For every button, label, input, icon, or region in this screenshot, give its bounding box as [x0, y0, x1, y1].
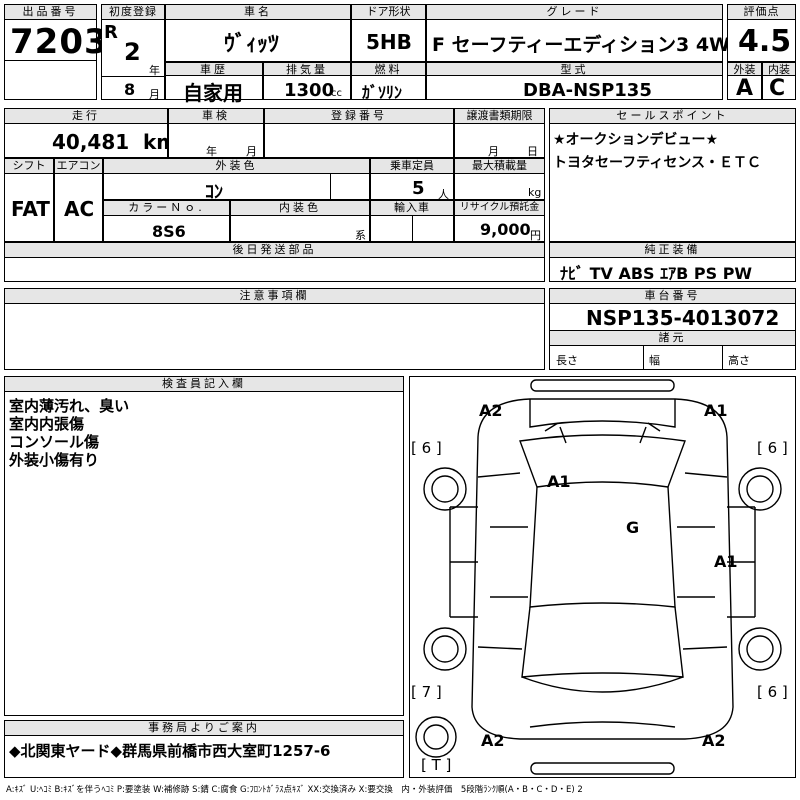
reg-no-header: 登録番号	[264, 108, 454, 124]
inspection-year-unit: 年	[206, 145, 217, 158]
transfer-month-unit: 月	[488, 145, 499, 158]
inspector-header: 検査員記入欄	[4, 376, 404, 392]
chassis-header: 車台番号	[549, 288, 796, 304]
int-color-header: 内装色	[230, 200, 370, 216]
damage-g-glass: G	[626, 518, 640, 537]
aircon-header: エアコン	[54, 158, 103, 174]
door-type-header: ドア形状	[351, 4, 426, 20]
tire-front-left: [ 6 ]	[411, 439, 442, 457]
first-reg-year: 2	[124, 38, 141, 66]
shift-header: シフト	[4, 158, 54, 174]
tire-spare: [ T ]	[421, 756, 452, 774]
equipment: ﾅﾋﾞ TV ABS ｴｱB PS PW	[560, 264, 753, 283]
damage-a1-front-right: A1	[704, 401, 728, 420]
damage-a1-right: A1	[714, 552, 738, 571]
recycle-unit: 円	[530, 229, 541, 242]
office-header: 事務局よりご案内	[4, 720, 404, 736]
grade: F セーフティーエディション3 4WD	[432, 34, 746, 56]
int-color-unit: 系	[355, 229, 366, 242]
notes-header: 注意事項欄	[4, 288, 545, 304]
mileage: 40,481	[52, 130, 130, 154]
car-name-header: 車名	[165, 4, 351, 20]
specs-length: 長さ	[556, 354, 578, 367]
interior-grade: C	[769, 76, 786, 101]
interior-header: 内装	[762, 62, 796, 76]
color-no-header: カラーＮｏ.	[103, 200, 230, 216]
aircon: AC	[64, 197, 95, 221]
damage-diagram	[409, 376, 796, 778]
mileage-header: 走行	[4, 108, 168, 124]
model-code: DBA-NSP135	[523, 80, 652, 101]
displacement-header: 排気量	[263, 62, 351, 76]
inspection-month-unit: 月	[246, 145, 257, 158]
damage-a2-rear-left: A2	[481, 731, 505, 750]
max-load-header: 最大積載量	[454, 158, 545, 174]
first-reg-header: 初度登録	[101, 4, 165, 20]
capacity-header: 乗車定員	[370, 158, 454, 174]
model-code-header: 型式	[426, 62, 723, 76]
transfer-header: 譲渡書類期限	[454, 108, 545, 124]
recycle: 9,000	[480, 220, 531, 239]
office-info: ◆北関東ヤード◆群馬県前橋市西大室町1257-6	[9, 742, 331, 760]
inspector-line-4: 外装小傷有り	[9, 451, 100, 469]
grade-header: グレード	[426, 4, 723, 20]
car-name: ｳﾞｨｯﾂ	[224, 32, 280, 57]
shift: FAT	[11, 197, 50, 221]
specs-height: 高さ	[728, 354, 750, 367]
equipment-header: 純正装備	[549, 242, 796, 258]
tire-rear-right: [ 6 ]	[757, 683, 788, 701]
sales-point-header: セールスポイント	[549, 108, 796, 124]
chassis-number: NSP135-4013072	[586, 306, 780, 330]
tire-front-right: [ 6 ]	[757, 439, 788, 457]
ext-color-header: 外装色	[103, 158, 370, 174]
history: 自家用	[183, 81, 243, 105]
specs-header: 諸元	[549, 330, 796, 346]
sales-point-line-2: トヨタセーフティセンス・ＥＴＣ	[553, 155, 762, 171]
fuel-header: 燃料	[351, 62, 426, 76]
fuel: ｶﾞｿﾘﾝ	[362, 83, 403, 102]
displacement-unit: cc	[331, 88, 342, 99]
displacement: 1300	[284, 80, 335, 101]
damage-a1-roof: A1	[547, 472, 571, 491]
import-header: 輸入車	[370, 200, 454, 216]
history-header: 車歴	[165, 62, 263, 76]
recycle-header: リサイクル預託金	[454, 200, 545, 216]
damage-a2-front-left: A2	[479, 401, 503, 420]
first-reg-era: R	[104, 22, 118, 43]
color-no: 8S6	[152, 222, 186, 241]
max-load-unit: kg	[528, 186, 542, 199]
exterior-grade: A	[736, 76, 754, 101]
door-type: 5HB	[366, 30, 412, 54]
first-reg-month-unit: 月	[149, 88, 160, 101]
score: 4.5	[738, 24, 792, 59]
sales-point-line-1: ★オークションデビュー★	[553, 132, 719, 148]
later-parts-header: 後日発送部品	[4, 242, 545, 258]
tire-rear-left: [ 7 ]	[411, 683, 442, 701]
car-outline	[415, 379, 782, 775]
first-reg-month: 8	[124, 80, 136, 99]
lot-header: 出品番号	[4, 4, 97, 20]
exterior-header: 外装	[727, 62, 762, 76]
inspection-header: 車検	[168, 108, 264, 124]
specs-width: 幅	[649, 354, 660, 367]
capacity: 5	[412, 178, 425, 199]
legend: A:ｷｽﾞ U:ﾍｺﾐ B:ｷｽﾞを伴うﾍｺﾐ P:要塗装 W:補修跡 S:錆 …	[6, 785, 583, 795]
transfer-day-unit: 日	[527, 145, 538, 158]
damage-a2-rear-right: A2	[702, 731, 726, 750]
score-header: 評価点	[727, 4, 796, 20]
